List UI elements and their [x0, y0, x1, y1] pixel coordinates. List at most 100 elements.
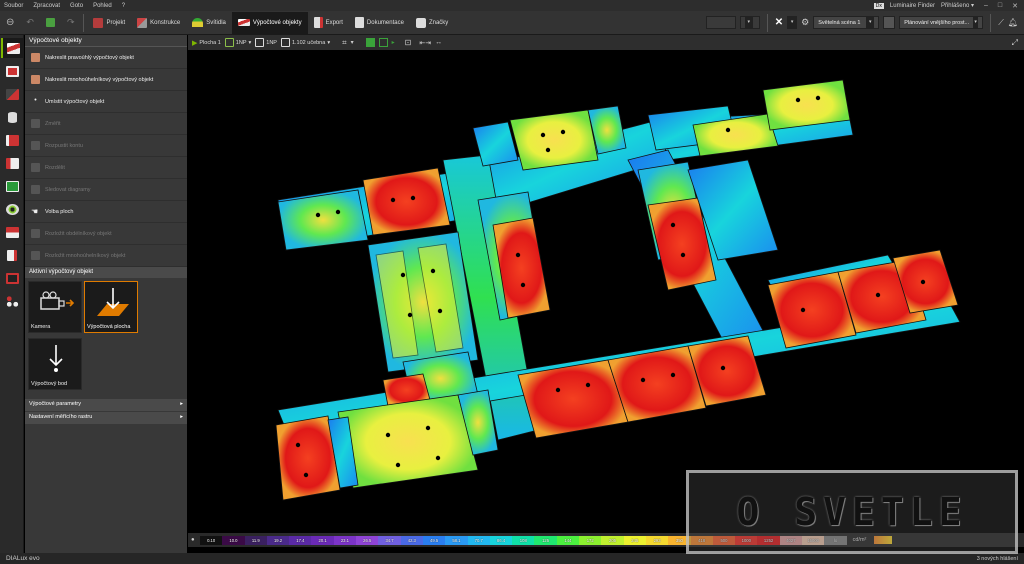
- menu-view[interactable]: Pohled: [93, 3, 112, 9]
- tool-label: Rozložit obdélníkový objekt: [45, 230, 112, 237]
- luminaire-finder-link[interactable]: Luminaire Finder: [890, 3, 935, 9]
- mode-room[interactable]: [1, 61, 23, 81]
- tab-label: Konstrukce: [150, 19, 181, 26]
- tool-label: Sledovat diagramy: [45, 186, 91, 193]
- tool-draw-polygon[interactable]: Nakreslit mnohoúhelníkový výpočtový obje…: [25, 69, 187, 91]
- mode-cylinder[interactable]: [1, 107, 23, 127]
- gear-icon[interactable]: ⚙: [801, 17, 809, 28]
- floor-selector-2[interactable]: 1NP: [255, 38, 277, 47]
- save-button[interactable]: [40, 12, 61, 34]
- scene-action-button[interactable]: [883, 16, 896, 29]
- mode-view-eye[interactable]: [1, 199, 23, 219]
- mode-floor-plan[interactable]: [1, 153, 23, 173]
- mode-stairs[interactable]: [1, 84, 23, 104]
- tab-documentation[interactable]: Dokumentace: [349, 12, 410, 34]
- tab-luminaires[interactable]: Svítidla: [186, 12, 232, 34]
- undo-button[interactable]: ↶: [20, 12, 40, 34]
- play-icon[interactable]: ▸: [392, 39, 395, 46]
- zoom-extents-icon[interactable]: ⊡: [405, 38, 412, 47]
- mode-emergency[interactable]: [1, 176, 23, 196]
- room-label: 1.102 učebna: [291, 39, 326, 46]
- mode-document[interactable]: [1, 245, 23, 265]
- redo-button[interactable]: ↷: [61, 12, 81, 34]
- decompose-polygon-icon: [31, 251, 40, 260]
- construction-icon: [137, 17, 148, 28]
- raster-settings-section[interactable]: Nastavení měřícího rastru ▸: [25, 412, 187, 424]
- left-mode-bar: [0, 35, 24, 553]
- notification-bell-icon[interactable]: 🔔︎: [1008, 18, 1018, 27]
- back-button[interactable]: ⊖: [0, 12, 20, 34]
- emergency-exit-icon: [5, 180, 19, 192]
- room-selector[interactable]: 1.102 učebna ▾: [280, 38, 331, 47]
- menu-process[interactable]: Zpracovat: [33, 3, 60, 9]
- watermark-text: O SVETLE: [736, 490, 968, 534]
- view-green-outline-icon[interactable]: [378, 38, 388, 47]
- scale-cell: 10.0: [222, 535, 245, 545]
- mode-frame[interactable]: [1, 268, 23, 288]
- 3d-viewport[interactable]: [188, 50, 1024, 533]
- tab-construction[interactable]: Konstrukce: [131, 12, 186, 34]
- cylinder-icon: [7, 111, 17, 123]
- tab-label: Projekt: [106, 19, 126, 26]
- menu-help[interactable]: ?: [122, 3, 125, 9]
- save-icon: [45, 18, 55, 27]
- menu-file[interactable]: Soubor: [4, 3, 23, 9]
- expand-view-icon[interactable]: ↔: [435, 39, 442, 46]
- snap-grid-icon[interactable]: ⌗: [342, 38, 347, 48]
- points-icon: [5, 295, 19, 307]
- status-messages[interactable]: 3 nových hlášení: [977, 556, 1018, 562]
- tool-draw-rect[interactable]: Nakreslit pravoúhlý výpočtový objekt: [25, 47, 187, 69]
- scale-cell: 58.1: [445, 535, 468, 545]
- diagram-icon: [31, 185, 40, 194]
- floor-box-icon: [255, 38, 265, 47]
- tool-split: Rozdělit: [25, 157, 187, 179]
- view-green-square-icon[interactable]: [365, 38, 375, 47]
- export-icon: [313, 17, 323, 28]
- mode-points[interactable]: [1, 291, 23, 311]
- polygon-draw-icon: [31, 75, 40, 84]
- menu-bar: Soubor Zpracovat Goto Pohled ? Dx Lumina…: [0, 0, 1024, 11]
- tab-export[interactable]: Export: [308, 12, 349, 34]
- fullscreen-icon[interactable]: ⤢: [1012, 38, 1018, 48]
- stairs-icon: [5, 88, 19, 100]
- chevron-down-icon: ▾: [327, 39, 331, 46]
- mode-daylight[interactable]: [1, 222, 23, 242]
- tab-project[interactable]: Projekt: [87, 12, 131, 34]
- tab-calc-objects[interactable]: Výpočtové objekty: [231, 11, 308, 34]
- minimize-icon[interactable]: –: [984, 2, 988, 9]
- scale-settings-icon[interactable]: ●: [191, 537, 195, 543]
- menu-goto[interactable]: Goto: [70, 3, 83, 9]
- surface-selector[interactable]: ▶ Plocha 1: [192, 39, 221, 47]
- scale-cell: 17.4: [289, 535, 312, 545]
- dimension-icon[interactable]: ⇤⇥: [419, 39, 431, 47]
- login-menu[interactable]: Přihlášeno ▾: [941, 2, 974, 9]
- calc-params-section[interactable]: Výpočtové parametry ▸: [25, 399, 187, 411]
- measure-icon[interactable]: ⟋: [998, 18, 1004, 28]
- tool-select-surfaces[interactable]: ☚ Volba ploch: [25, 201, 187, 223]
- section-label: Nastavení měřícího rastru: [29, 414, 93, 420]
- split-icon: [31, 163, 40, 172]
- light-scene-select[interactable]: Světelná scéna 1 ▾: [813, 16, 880, 29]
- scale-cell: 205: [601, 535, 624, 545]
- tool-place-object[interactable]: • Umístit výpočtový objekt: [25, 91, 187, 113]
- calc-objects-panel: Výpočtové objekty Nakreslit pravoúhlý vý…: [25, 35, 187, 553]
- maximize-icon[interactable]: □: [998, 2, 1002, 9]
- floor-selector-1[interactable]: 1NP ▾: [224, 38, 251, 47]
- chevron-down-icon: ▾: [866, 17, 875, 28]
- mode-wall[interactable]: [1, 130, 23, 150]
- grid-options-icon[interactable]: ▾: [351, 39, 354, 46]
- close-window-icon[interactable]: ✕: [1012, 2, 1018, 10]
- close-icon[interactable]: ✕: [775, 17, 783, 28]
- tab-marks[interactable]: Značky: [410, 12, 454, 34]
- tile-camera[interactable]: Kamera: [28, 281, 82, 333]
- options-dropdown[interactable]: ▾: [787, 16, 798, 29]
- mode-calc-surface[interactable]: [1, 38, 23, 58]
- calc-point-arrow-icon: [49, 345, 63, 372]
- false-color-floor-plan[interactable]: [188, 50, 1024, 533]
- frame-icon: [5, 272, 19, 284]
- tile-calc-surface[interactable]: Výpočtová plocha: [84, 281, 138, 333]
- planning-select[interactable]: Plánování vnějšího prost... ▾: [899, 16, 984, 29]
- scale-cell: 19.2: [266, 535, 290, 545]
- tile-calc-point[interactable]: Výpočtový bod: [28, 338, 82, 390]
- chevron-down-icon: ▾: [744, 17, 753, 28]
